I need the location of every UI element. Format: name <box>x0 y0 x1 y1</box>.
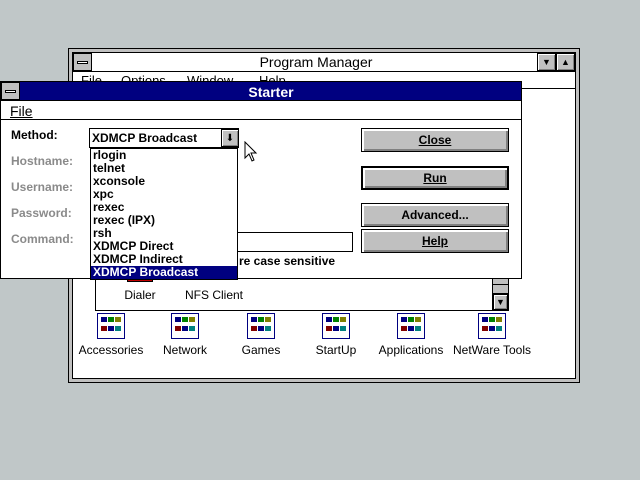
program-group-icon <box>171 313 199 339</box>
program-group-icon <box>478 313 506 339</box>
nfs-client-label: NFS Client <box>184 288 243 302</box>
starter-window: Starter File Method: Hostname: Username:… <box>0 81 522 280</box>
command-input[interactable] <box>237 232 353 252</box>
method-dropdown-list[interactable]: rlogin telnet xconsole xpc rexec rexec (… <box>90 148 238 280</box>
starter-system-menu-icon[interactable] <box>1 82 20 100</box>
program-group-icon <box>97 313 125 339</box>
method-combobox-value: XDMCP Broadcast <box>92 131 198 145</box>
method-option[interactable]: rexec (IPX) <box>91 214 237 227</box>
program-manager-titlebar[interactable]: Program Manager ▼ ▲ <box>73 53 575 72</box>
program-group-icon <box>322 313 350 339</box>
maximize-icon[interactable]: ▲ <box>556 53 575 71</box>
group-label: Games <box>241 343 281 357</box>
method-label: Method: <box>11 128 58 142</box>
group-applications[interactable]: Applications <box>371 313 451 357</box>
group-netware-tools[interactable]: NetWare Tools <box>449 313 535 357</box>
starter-menu-file[interactable]: File <box>10 103 33 119</box>
help-button[interactable]: Help <box>361 229 509 253</box>
group-label: Accessories <box>78 343 144 357</box>
group-network[interactable]: Network <box>149 313 221 357</box>
program-group-icon <box>397 313 425 339</box>
command-label: Command: <box>11 232 74 246</box>
group-games[interactable]: Games <box>225 313 297 357</box>
program-groups: Accessories Network Games StartUp Applic… <box>75 313 565 363</box>
program-manager-title: Program Manager <box>259 54 373 70</box>
program-group-icon <box>247 313 275 339</box>
group-accessories[interactable]: Accessories <box>75 313 147 357</box>
starter-title: Starter <box>248 84 294 100</box>
dialer-label: Dialer <box>124 288 156 302</box>
minimize-icon[interactable]: ▼ <box>537 53 556 71</box>
starter-titlebar[interactable]: Starter <box>1 82 521 101</box>
scroll-down-icon[interactable]: ▼ <box>493 294 508 310</box>
group-startup[interactable]: StartUp <box>300 313 372 357</box>
group-label: Applications <box>378 343 444 357</box>
group-label: NetWare Tools <box>452 343 532 357</box>
dropdown-arrow-icon[interactable]: ⬇ <box>221 129 239 147</box>
method-combobox[interactable]: XDMCP Broadcast ⬇ <box>89 128 239 148</box>
group-label: StartUp <box>315 343 357 357</box>
advanced-button[interactable]: Advanced... <box>361 203 509 227</box>
password-label: Password: <box>11 206 72 220</box>
method-option-selected[interactable]: XDMCP Broadcast <box>91 266 237 279</box>
group-label: Network <box>162 343 207 357</box>
scroll-thumb[interactable] <box>493 284 508 294</box>
close-button[interactable]: Close <box>361 128 509 152</box>
starter-menubar: File <box>1 102 521 120</box>
case-sensitive-label[interactable]: re case sensitive <box>239 254 335 268</box>
run-button[interactable]: Run <box>361 166 509 190</box>
system-menu-icon[interactable] <box>73 53 92 71</box>
hostname-label: Hostname: <box>11 154 74 168</box>
username-label: Username: <box>11 180 74 194</box>
mouse-cursor-icon <box>244 141 258 162</box>
